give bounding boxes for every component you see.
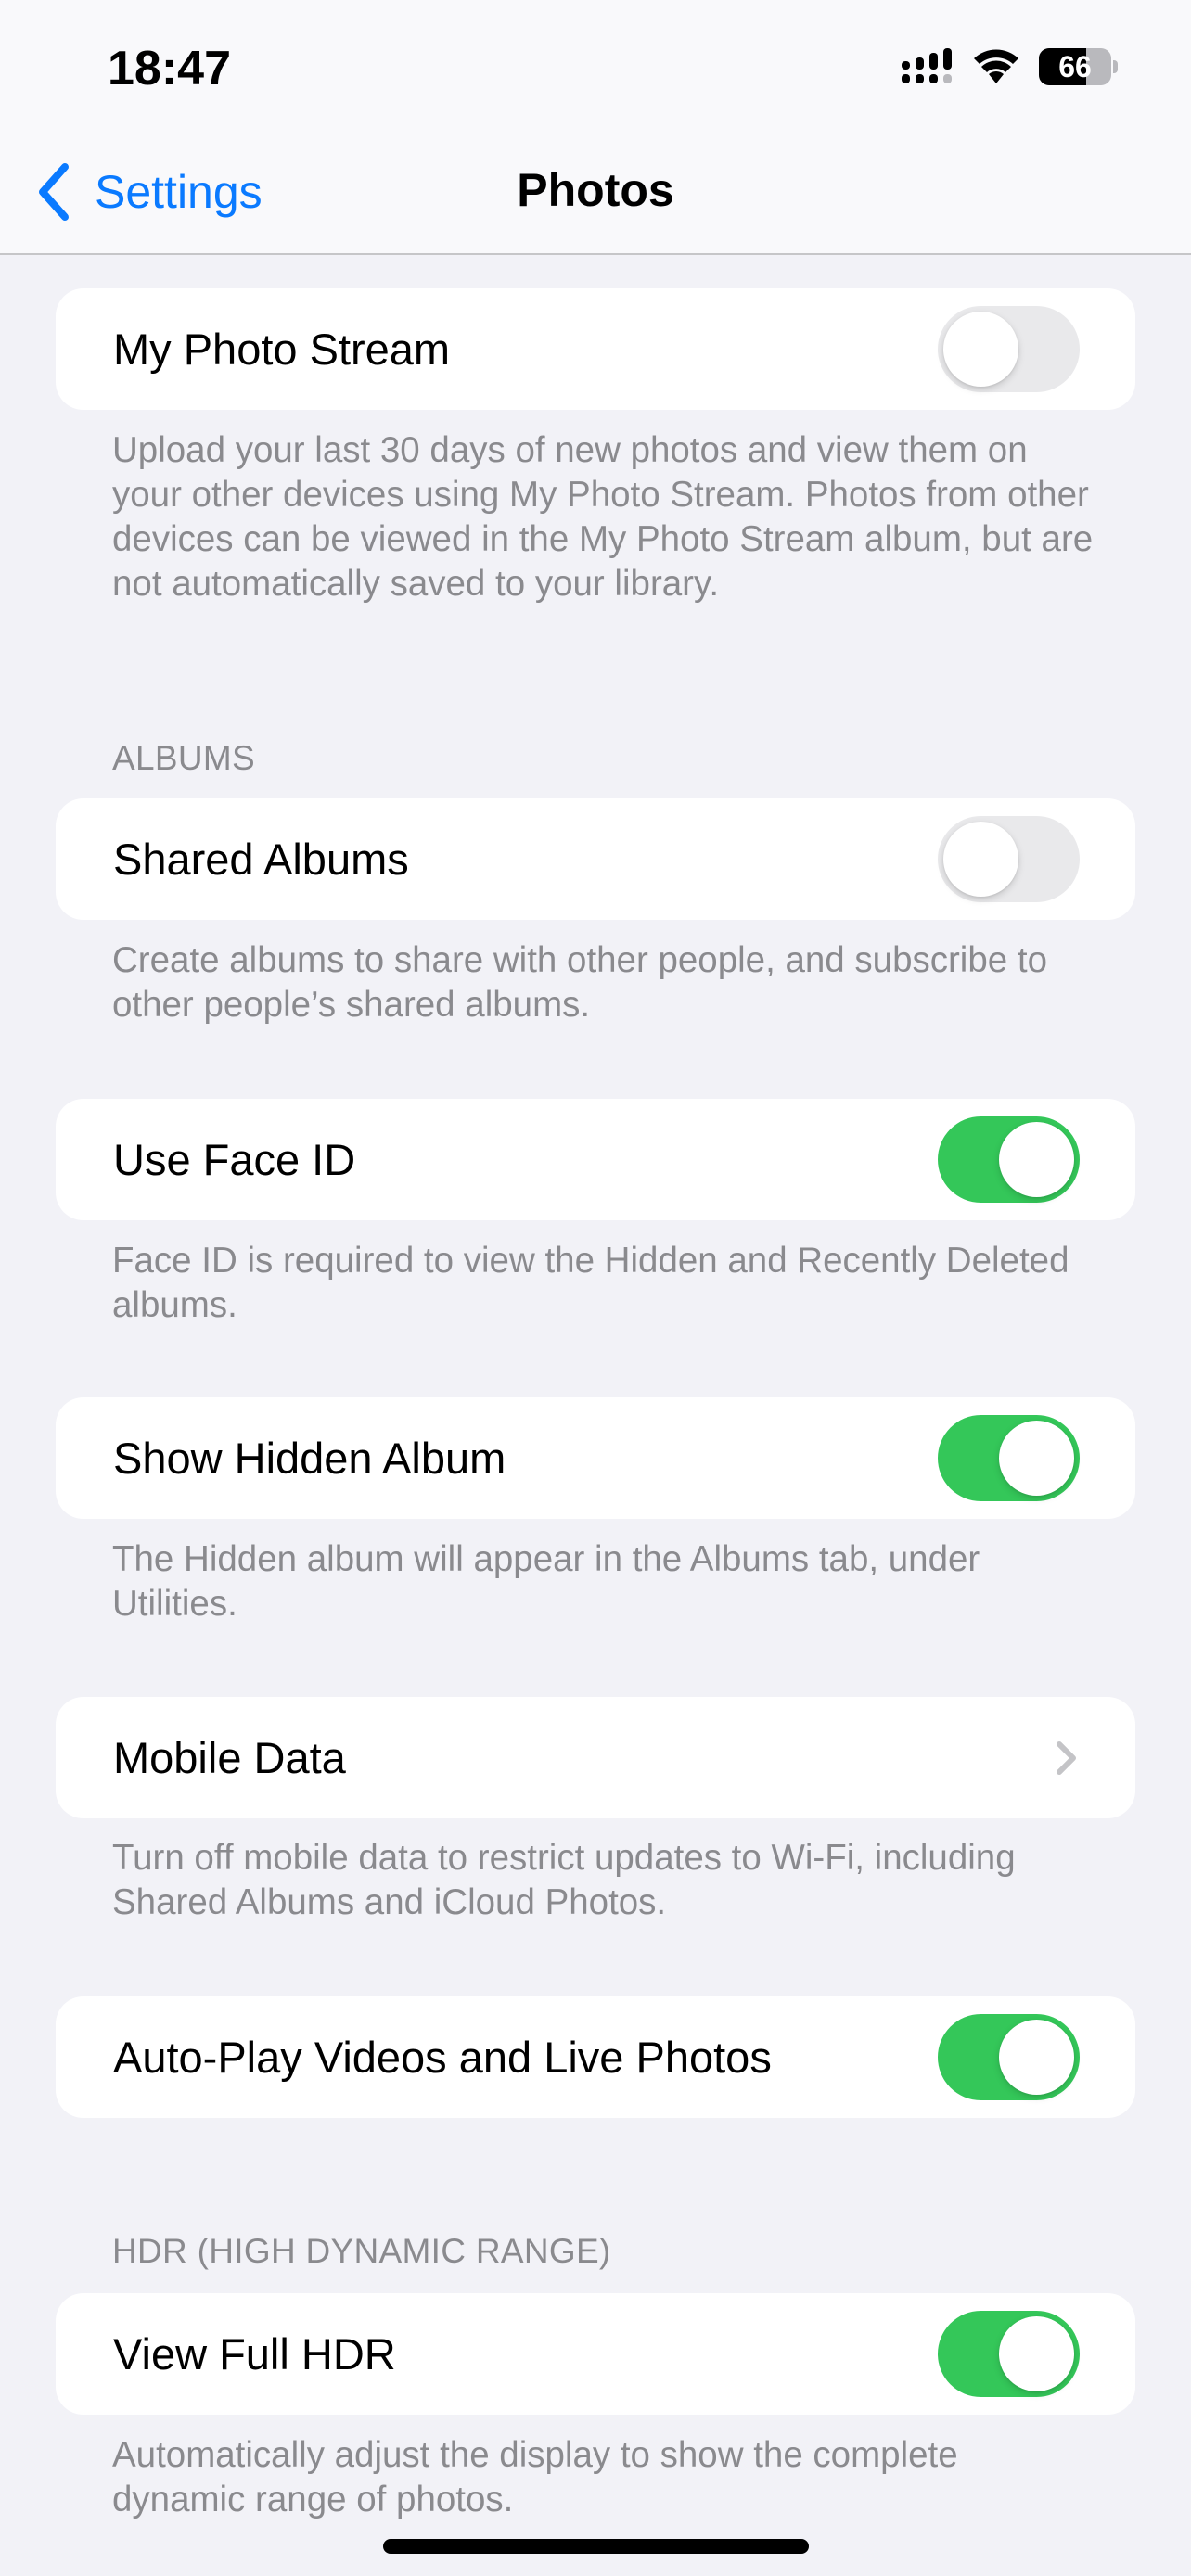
wifi-icon: [974, 49, 1018, 83]
row-label: Use Face ID: [113, 1135, 356, 1184]
section-footer: Face ID is required to view the Hidden a…: [112, 1241, 1069, 1325]
row-label: Auto-Play Videos and Live Photos: [113, 2033, 772, 2082]
settings-group-auto-play: Auto-Play Videos and Live Photos: [56, 1996, 1135, 2118]
section-footer: The Hidden album will appear in the Albu…: [112, 1539, 980, 1624]
toggle-knob: [943, 822, 1018, 897]
row-label: My Photo Stream: [113, 325, 451, 374]
toggle-knob: [999, 2020, 1074, 2095]
navigation-bar: 18:47 66 Settings Photos: [0, 0, 1191, 255]
section-header-hdr: HDR (HIGH DYNAMIC RANGE): [112, 2232, 611, 2270]
auto-play-videos-toggle[interactable]: [938, 2014, 1080, 2100]
row-label: View Full HDR: [113, 2329, 396, 2378]
settings-group-photo-stream: My Photo Stream: [56, 288, 1135, 410]
use-face-id-toggle[interactable]: [938, 1116, 1080, 1203]
settings-group-face-id: Use Face ID: [56, 1099, 1135, 1220]
section-footer: Turn off mobile data to restrict updates…: [112, 1838, 1016, 1922]
my-photo-stream-toggle[interactable]: [938, 306, 1080, 392]
chevron-right-icon: [1057, 1741, 1076, 1775]
home-indicator[interactable]: [383, 2539, 809, 2554]
battery-percentage: 66: [1058, 50, 1092, 83]
section-header-albums: ALBUMS: [112, 739, 255, 777]
toggle-knob: [943, 312, 1018, 387]
toggle-knob: [999, 1421, 1074, 1496]
signal-icon: [902, 48, 952, 83]
section-footer: Automatically adjust the display to show…: [112, 2435, 958, 2519]
shared-albums-toggle[interactable]: [938, 816, 1080, 902]
row-label: Shared Albums: [113, 835, 409, 884]
show-hidden-album-toggle[interactable]: [938, 1415, 1080, 1501]
row-label: Mobile Data: [113, 1733, 346, 1782]
status-time: 18:47: [108, 42, 231, 96]
mobile-data-row[interactable]: Mobile Data: [56, 1697, 1135, 1818]
settings-group-hdr: View Full HDR: [56, 2293, 1135, 2415]
view-full-hdr-toggle[interactable]: [938, 2311, 1080, 2397]
toggle-knob: [999, 2316, 1074, 2391]
settings-group-hidden-album: Show Hidden Album: [56, 1397, 1135, 1519]
settings-group-shared-albums: Shared Albums: [56, 798, 1135, 920]
page-title: Photos: [517, 164, 674, 216]
battery-icon: 66: [1039, 48, 1118, 85]
section-footer: Create albums to share with other people…: [112, 940, 1047, 1025]
row-label: Show Hidden Album: [113, 1434, 506, 1483]
toggle-knob: [999, 1122, 1074, 1197]
section-footer: Upload your last 30 days of new photos a…: [112, 430, 1094, 604]
